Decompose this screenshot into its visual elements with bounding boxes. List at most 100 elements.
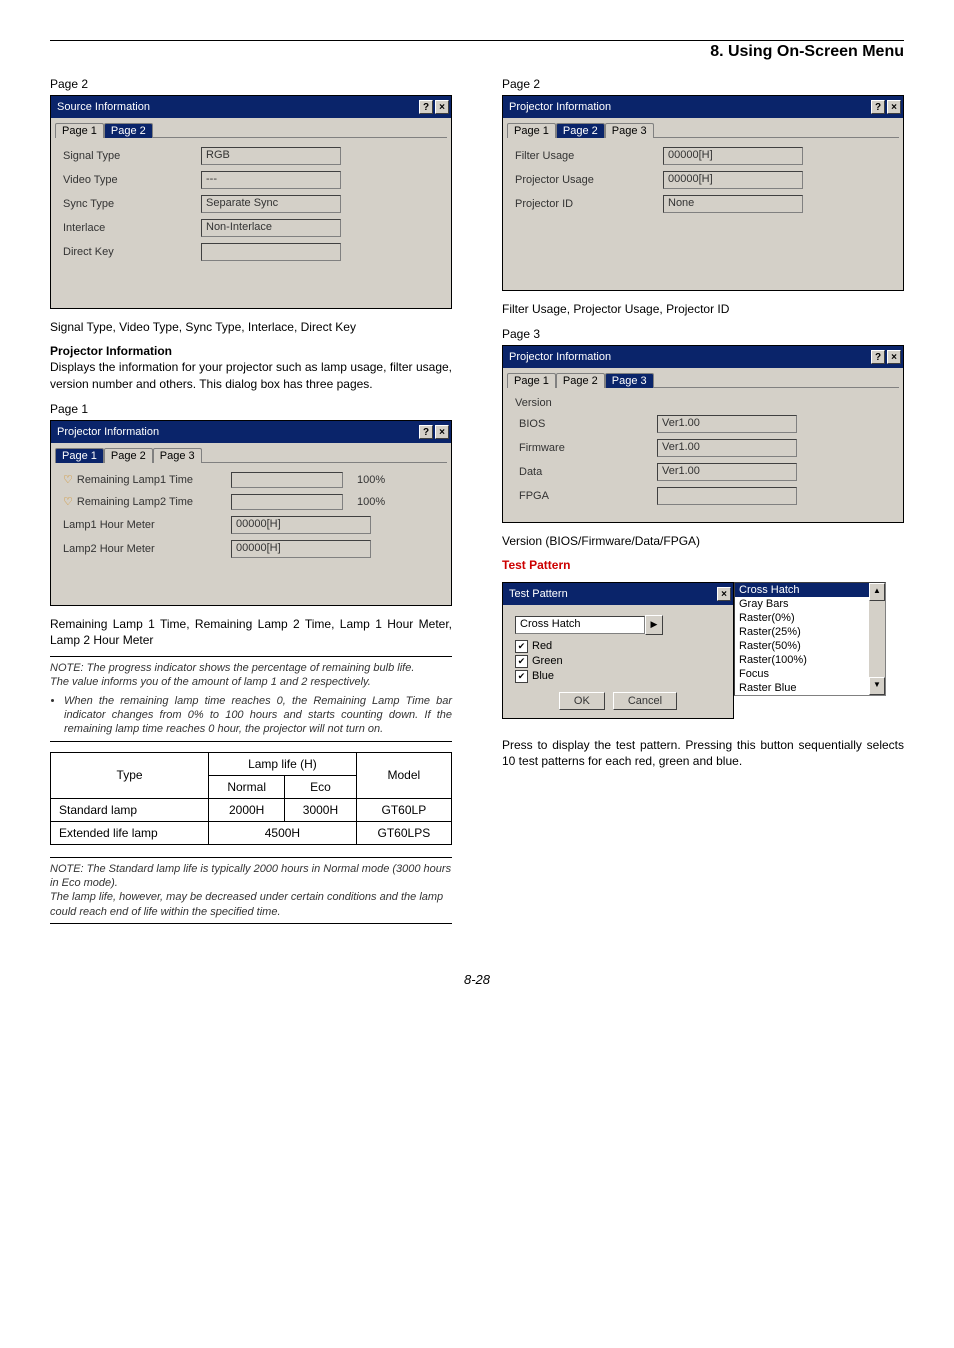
dialog-source-information: Source Information ? × Page 1 Page 2 Sig… — [50, 95, 452, 309]
checkbox-red[interactable]: ✔ — [515, 640, 528, 653]
th-model: Model — [356, 752, 451, 798]
label-lamp2-meter: Lamp2 Hour Meter — [63, 543, 223, 555]
label-signal-type: Signal Type — [63, 150, 193, 162]
progress-lamp1-pct: 100% — [357, 474, 385, 486]
note-lamp-zero: When the remaining lamp time reaches 0, … — [50, 694, 452, 742]
value-firmware: Ver1.00 — [657, 439, 797, 457]
close-icon[interactable]: × — [887, 100, 901, 114]
tab-page1[interactable]: Page 1 — [55, 123, 104, 138]
label-direct-key: Direct Key — [63, 246, 193, 258]
cell-std-eco: 3000H — [285, 798, 357, 821]
value-fpga — [657, 487, 797, 505]
value-sync-type: Separate Sync — [201, 195, 341, 213]
scroll-down-icon[interactable]: ▼ — [869, 677, 885, 695]
checkbox-green[interactable]: ✔ — [515, 655, 528, 668]
th-normal: Normal — [209, 775, 285, 798]
cell-std-type: Standard lamp — [51, 798, 209, 821]
value-data: Ver1.00 — [657, 463, 797, 481]
value-projector-id: None — [663, 195, 803, 213]
tab-page2[interactable]: Page 2 — [556, 123, 605, 138]
label-bios: BIOS — [519, 418, 649, 430]
value-filter-usage: 00000[H] — [663, 147, 803, 165]
caption-projector-p3: Version (BIOS/Firmware/Data/FPGA) — [502, 533, 904, 549]
close-icon[interactable]: × — [887, 350, 901, 364]
cell-std-normal: 2000H — [209, 798, 285, 821]
close-icon[interactable]: × — [435, 425, 449, 439]
label-green: Green — [532, 655, 563, 667]
tab-page2[interactable]: Page 2 — [104, 123, 153, 138]
chapter-title: 8. Using On-Screen Menu — [50, 43, 904, 67]
label-red: Red — [532, 640, 552, 652]
tab-page1[interactable]: Page 1 — [507, 123, 556, 138]
ok-button[interactable]: OK — [559, 692, 605, 710]
bulb-icon: ♡ — [63, 495, 73, 508]
help-icon[interactable]: ? — [871, 100, 885, 114]
checkbox-blue[interactable]: ✔ — [515, 670, 528, 683]
tab-page2[interactable]: Page 2 — [556, 373, 605, 388]
label-projector-usage: Projector Usage — [515, 174, 655, 186]
label-projector-id: Projector ID — [515, 198, 655, 210]
scroll-up-icon[interactable]: ▲ — [869, 583, 885, 601]
listbox-patterns[interactable]: Cross Hatch Gray Bars Raster(0%) Raster(… — [734, 582, 886, 696]
th-lamp-life: Lamp life (H) — [209, 752, 357, 775]
dialog-title: Projector Information — [509, 101, 869, 113]
list-item[interactable]: Gray Bars — [735, 597, 885, 611]
list-item[interactable]: Raster Blue — [735, 681, 885, 695]
list-item[interactable]: Raster(100%) — [735, 653, 885, 667]
tab-page3[interactable]: Page 3 — [605, 123, 654, 138]
label-blue: Blue — [532, 670, 554, 682]
label-page2-right: Page 2 — [502, 77, 904, 91]
list-item[interactable]: Raster(0%) — [735, 611, 885, 625]
tab-page1[interactable]: Page 1 — [55, 448, 104, 463]
value-lamp1-meter: 00000[H] — [231, 516, 371, 534]
value-lamp2-meter: 00000[H] — [231, 540, 371, 558]
dropdown-pattern[interactable]: Cross Hatch — [515, 616, 645, 634]
dialog-title: Source Information — [57, 101, 417, 113]
label-sync-type: Sync Type — [63, 198, 193, 210]
dialog-test-pattern: Test Pattern × Cross Hatch ▶ ✔ Red — [502, 582, 734, 719]
note-progress: NOTE: The progress indicator shows the p… — [50, 656, 452, 690]
lamp-life-table: Type Lamp life (H) Model Normal Eco Stan… — [50, 752, 452, 845]
progress-lamp1 — [231, 472, 343, 488]
th-type: Type — [51, 752, 209, 798]
list-item[interactable]: Raster(50%) — [735, 639, 885, 653]
list-item[interactable]: Focus — [735, 667, 885, 681]
dialog-title: Test Pattern — [509, 588, 715, 600]
label-page3: Page 3 — [502, 327, 904, 341]
dialog-title: Projector Information — [509, 351, 869, 363]
close-icon[interactable]: × — [435, 100, 449, 114]
cancel-button[interactable]: Cancel — [613, 692, 677, 710]
label-fpga: FPGA — [519, 490, 649, 502]
caption-projector-p1: Remaining Lamp 1 Time, Remaining Lamp 2 … — [50, 616, 452, 648]
close-icon[interactable]: × — [717, 587, 731, 601]
value-direct-key — [201, 243, 341, 261]
note-std-lamp: NOTE: The Standard lamp life is typicall… — [50, 857, 452, 924]
page-number: 8-28 — [50, 972, 904, 987]
dialog-projector-info-p1: Projector Information ? × Page 1 Page 2 … — [50, 420, 452, 606]
cell-ext-hours: 4500H — [209, 821, 357, 844]
heading-test-pattern: Test Pattern — [502, 557, 904, 573]
desc-test-pattern: Press to display the test pattern. Press… — [502, 737, 904, 769]
progress-lamp2-pct: 100% — [357, 496, 385, 508]
label-firmware: Firmware — [519, 442, 649, 454]
progress-lamp2 — [231, 494, 343, 510]
help-icon[interactable]: ? — [871, 350, 885, 364]
help-icon[interactable]: ? — [419, 425, 433, 439]
tab-page3[interactable]: Page 3 — [153, 448, 202, 463]
label-video-type: Video Type — [63, 174, 193, 186]
dialog-projector-info-p2: Projector Information ? × Page 1 Page 2 … — [502, 95, 904, 291]
heading-projector-info: Projector Information — [50, 344, 172, 358]
label-page2: Page 2 — [50, 77, 452, 91]
dropdown-arrow-icon[interactable]: ▶ — [645, 615, 663, 635]
help-icon[interactable]: ? — [419, 100, 433, 114]
bulb-icon: ♡ — [63, 473, 73, 486]
value-interlace: Non-Interlace — [201, 219, 341, 237]
tab-page2[interactable]: Page 2 — [104, 448, 153, 463]
label-lamp2-time: ♡ Remaining Lamp2 Time — [63, 495, 223, 508]
tab-page3[interactable]: Page 3 — [605, 373, 654, 388]
value-video-type: --- — [201, 171, 341, 189]
caption-projector-p2: Filter Usage, Projector Usage, Projector… — [502, 301, 904, 317]
list-item[interactable]: Raster(25%) — [735, 625, 885, 639]
list-item[interactable]: Cross Hatch — [735, 583, 885, 597]
tab-page1[interactable]: Page 1 — [507, 373, 556, 388]
